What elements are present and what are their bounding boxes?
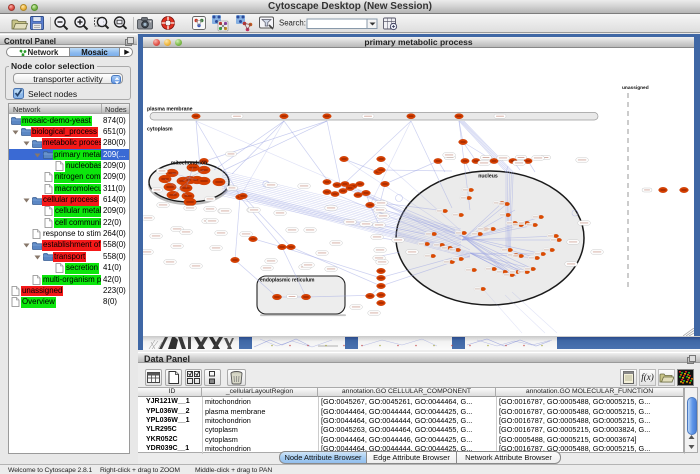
svg-text:nucleus: nucleus: [478, 174, 498, 180]
svg-text:unassigned: unassigned: [622, 85, 649, 91]
svg-text:plasma membrane: plasma membrane: [147, 107, 193, 113]
svg-text:cytoplasm: cytoplasm: [147, 127, 173, 133]
svg-text:mitochondrion: mitochondrion: [171, 161, 207, 167]
svg-text:endoplasmic reticulum: endoplasmic reticulum: [260, 278, 315, 284]
svg-text:Search:: Search:: [279, 19, 306, 28]
